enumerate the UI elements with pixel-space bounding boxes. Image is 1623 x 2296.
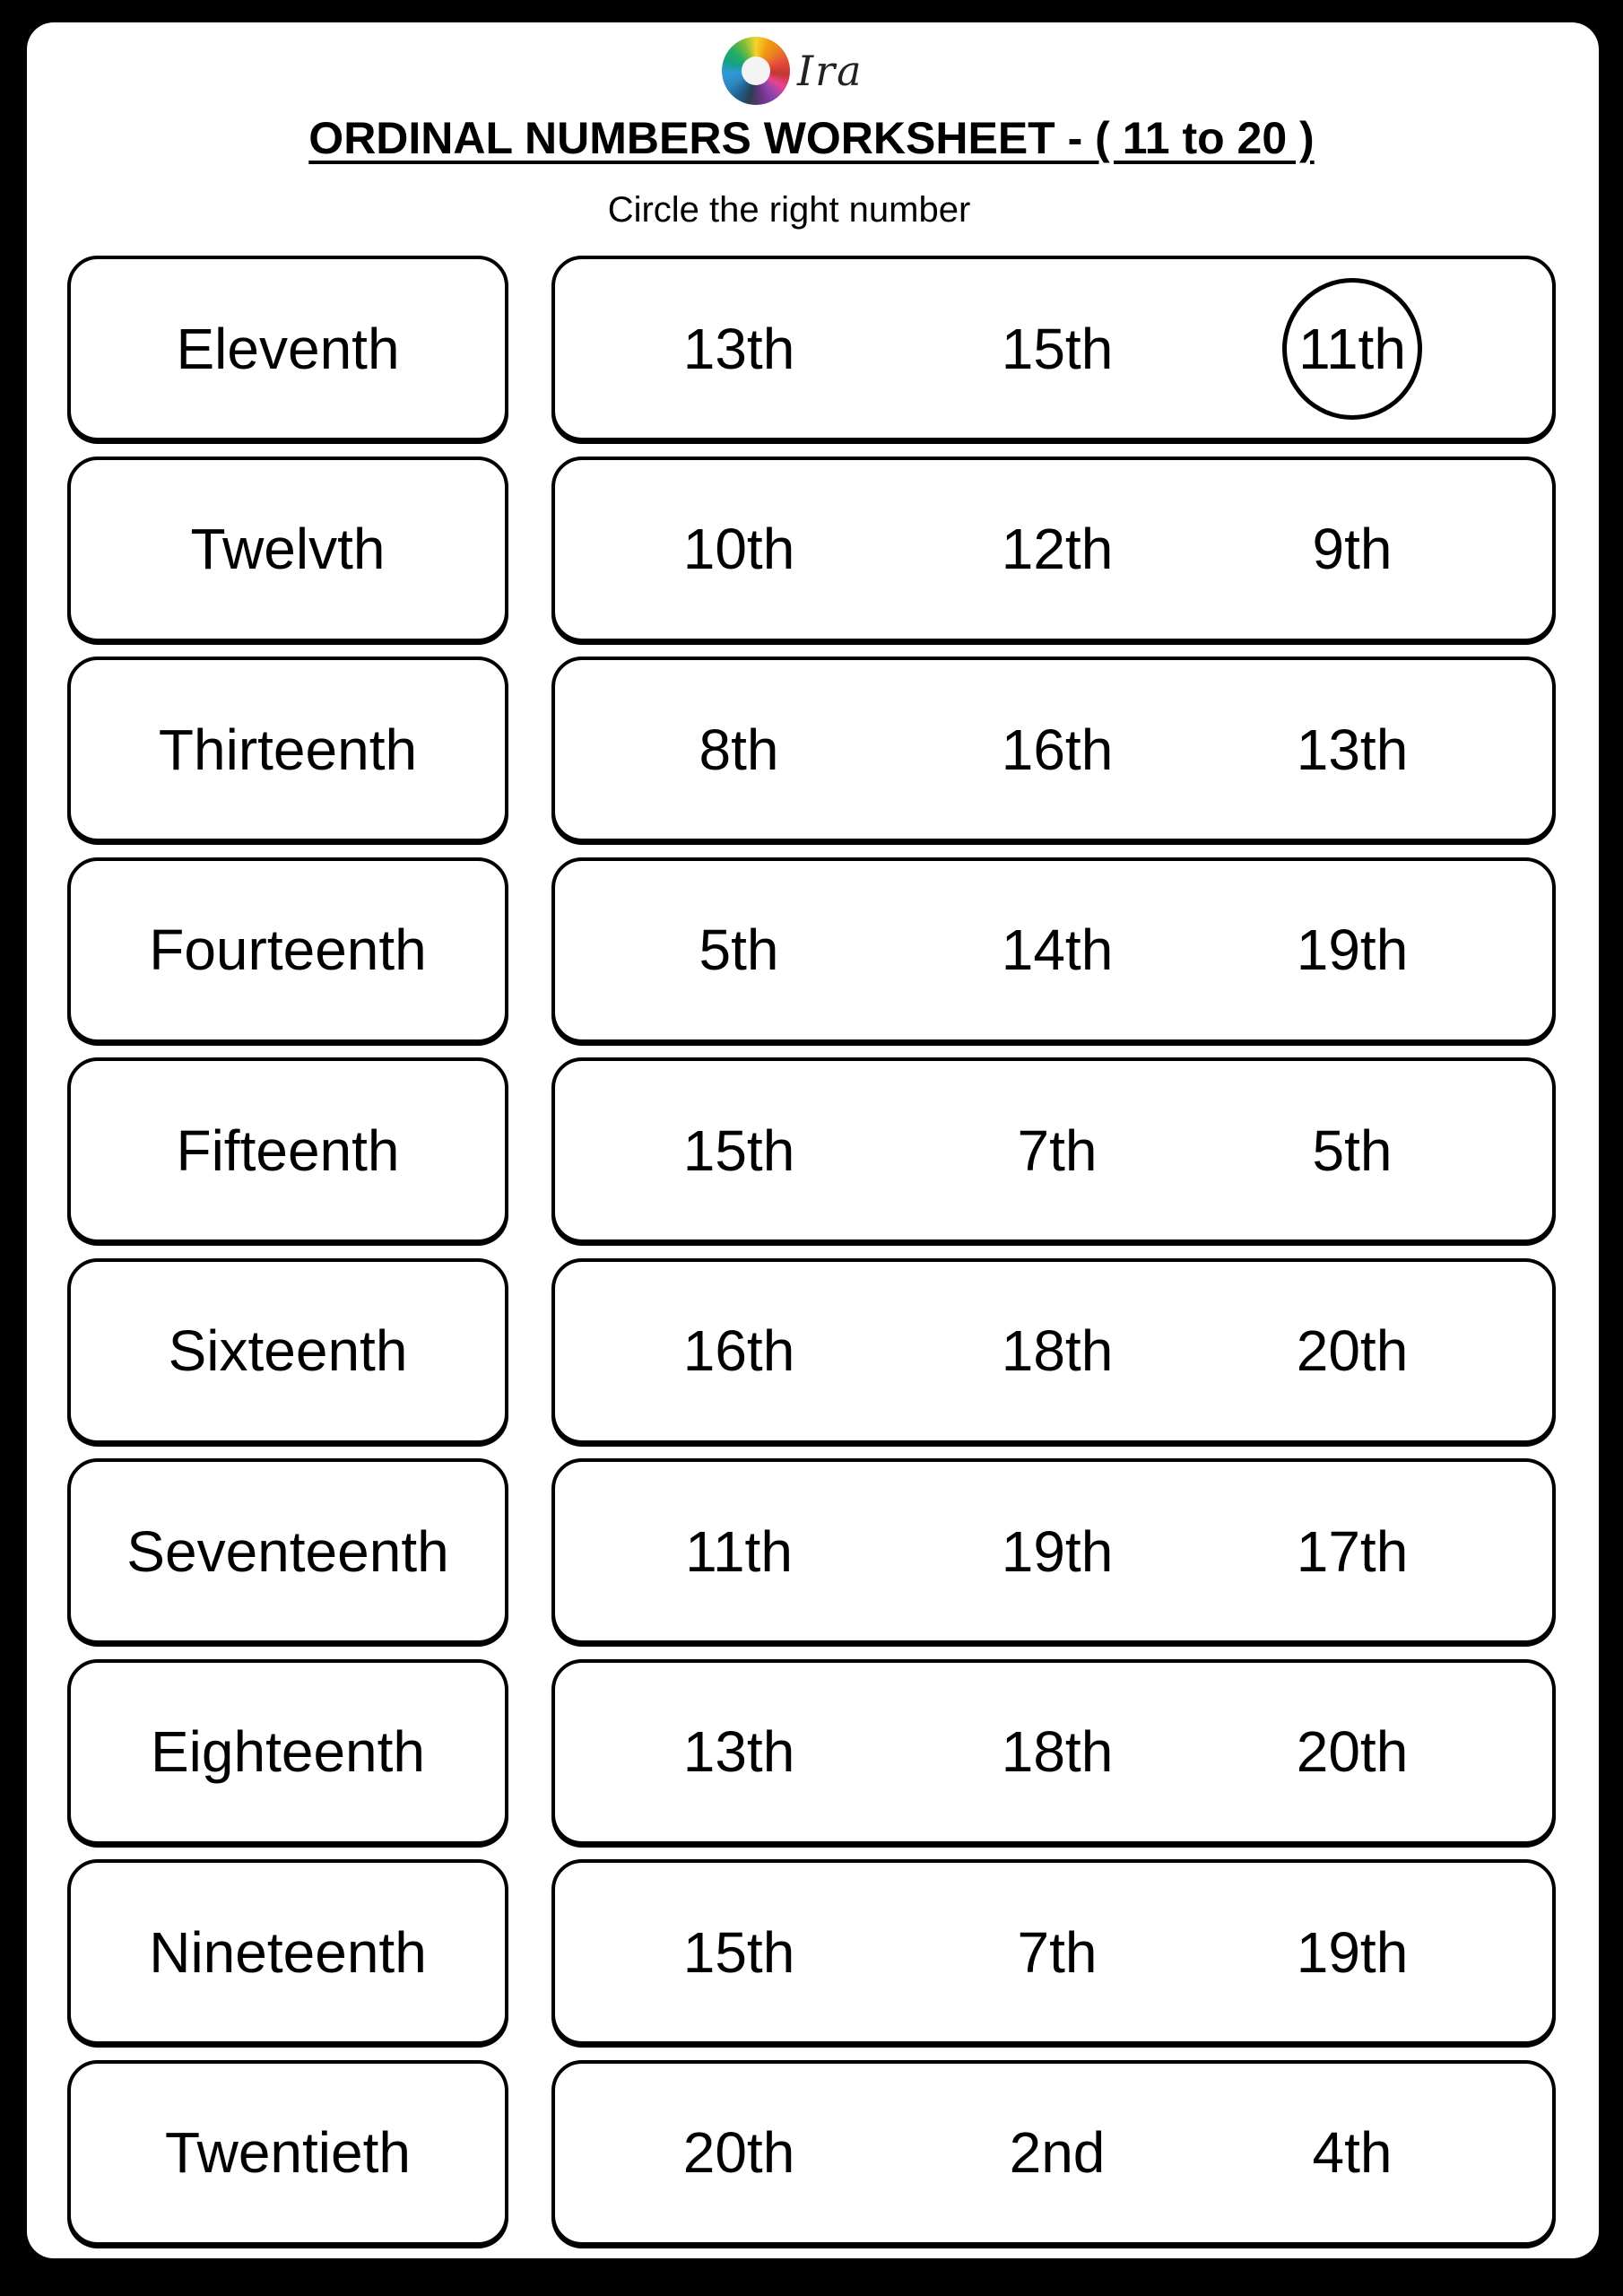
answer-choice[interactable]: 20th	[631, 2064, 846, 2242]
answer-choice[interactable]: 18th	[950, 1262, 1165, 1440]
answer-choice[interactable]: 15th	[631, 1061, 846, 1239]
colored-pencils-wheel-icon	[722, 37, 790, 105]
ordinal-word-box: Sixteenth	[67, 1257, 508, 1444]
answer-choice[interactable]: 12th	[950, 460, 1165, 639]
answer-choice[interactable]: 4th	[1245, 2064, 1460, 2242]
answer-choices-box: 10th 12th 9th	[551, 456, 1556, 642]
question-row: Sixteenth 16th 18th 20th	[0, 1257, 1623, 1444]
question-row: Eighteenth 13th 18th 20th	[0, 1658, 1623, 1845]
answer-choice[interactable]: 14th	[950, 861, 1165, 1039]
answer-choices-box: 20th 2nd 4th	[551, 2059, 1556, 2246]
question-row: Thirteenth 8th 16th 13th	[0, 657, 1623, 842]
ordinal-word-box: Nineteenth	[67, 1859, 508, 2045]
answer-choice[interactable]: 20th	[1245, 1663, 1460, 1841]
answer-choice[interactable]: 13th	[631, 259, 846, 438]
answer-choice[interactable]: 15th	[631, 1863, 846, 2041]
answer-choice[interactable]: 19th	[1245, 861, 1460, 1039]
answer-choice[interactable]: 17th	[1245, 1462, 1460, 1640]
ordinal-word-box: Thirteenth	[67, 657, 508, 842]
ordinal-word-box: Fourteenth	[67, 857, 508, 1043]
question-row: Seventeenth 11th 19th 17th	[0, 1458, 1623, 1644]
ordinal-word-box: Twelvth	[67, 456, 508, 642]
question-row: Fourteenth 5th 14th 19th	[0, 857, 1623, 1043]
answer-choices-box: 16th 18th 20th	[551, 1257, 1556, 1444]
answer-choice-circled[interactable]: 11th	[1245, 259, 1460, 438]
question-row: Nineteenth 15th 7th 19th	[0, 1859, 1623, 2045]
worksheet-title: ORDINAL NUMBERS WORKSHEET - ( 11 to 20 )	[0, 112, 1623, 164]
answer-choice[interactable]: 7th	[950, 1061, 1165, 1239]
answer-choice[interactable]: 18th	[950, 1663, 1165, 1841]
answer-choices-box: 13th 15th 11th	[551, 256, 1556, 441]
answer-choices-box: 8th 16th 13th	[551, 657, 1556, 842]
answer-choice[interactable]: 5th	[631, 861, 846, 1039]
answer-choice[interactable]: 7th	[950, 1863, 1165, 2041]
answer-choice[interactable]: 10th	[631, 460, 846, 639]
question-row: Eleventh 13th 15th 11th	[0, 256, 1623, 441]
question-row: Fifteenth 15th 7th 5th	[0, 1057, 1623, 1243]
instruction-text: Circle the right number	[607, 190, 971, 230]
answer-choice[interactable]: 2nd	[950, 2064, 1165, 2242]
ordinal-word-box: Eighteenth	[67, 1658, 508, 1845]
brand-name: Ira	[797, 47, 864, 95]
answer-choice[interactable]: 13th	[1245, 660, 1460, 839]
answer-choice[interactable]: 11th	[631, 1462, 846, 1640]
answer-choices-box: 11th 19th 17th	[551, 1458, 1556, 1644]
answer-choice[interactable]: 20th	[1245, 1262, 1460, 1440]
answer-choice[interactable]: 8th	[631, 660, 846, 839]
ordinal-word-box: Twentieth	[67, 2059, 508, 2246]
brand-logo: Ira	[722, 36, 864, 106]
answer-choice[interactable]: 13th	[631, 1663, 846, 1841]
answer-choice[interactable]: 9th	[1245, 460, 1460, 639]
answer-choice[interactable]: 16th	[950, 660, 1165, 839]
worksheet-title-text: ORDINAL NUMBERS WORKSHEET - ( 11 to 20 )	[308, 113, 1315, 163]
answer-choices-box: 5th 14th 19th	[551, 857, 1556, 1043]
answer-choice[interactable]: 15th	[950, 259, 1165, 438]
ordinal-word-box: Seventeenth	[67, 1458, 508, 1644]
question-row: Twentieth 20th 2nd 4th	[0, 2059, 1623, 2246]
answer-choices-box: 15th 7th 19th	[551, 1859, 1556, 2045]
answer-choice[interactable]: 5th	[1245, 1061, 1460, 1239]
answer-choice[interactable]: 16th	[631, 1262, 846, 1440]
answer-choice[interactable]: 19th	[950, 1462, 1165, 1640]
ordinal-word-box: Eleventh	[67, 256, 508, 441]
question-row: Twelvth 10th 12th 9th	[0, 456, 1623, 642]
answer-choice[interactable]: 19th	[1245, 1863, 1460, 2041]
answer-choices-box: 13th 18th 20th	[551, 1658, 1556, 1845]
ordinal-word-box: Fifteenth	[67, 1057, 508, 1243]
answer-choices-box: 15th 7th 5th	[551, 1057, 1556, 1243]
